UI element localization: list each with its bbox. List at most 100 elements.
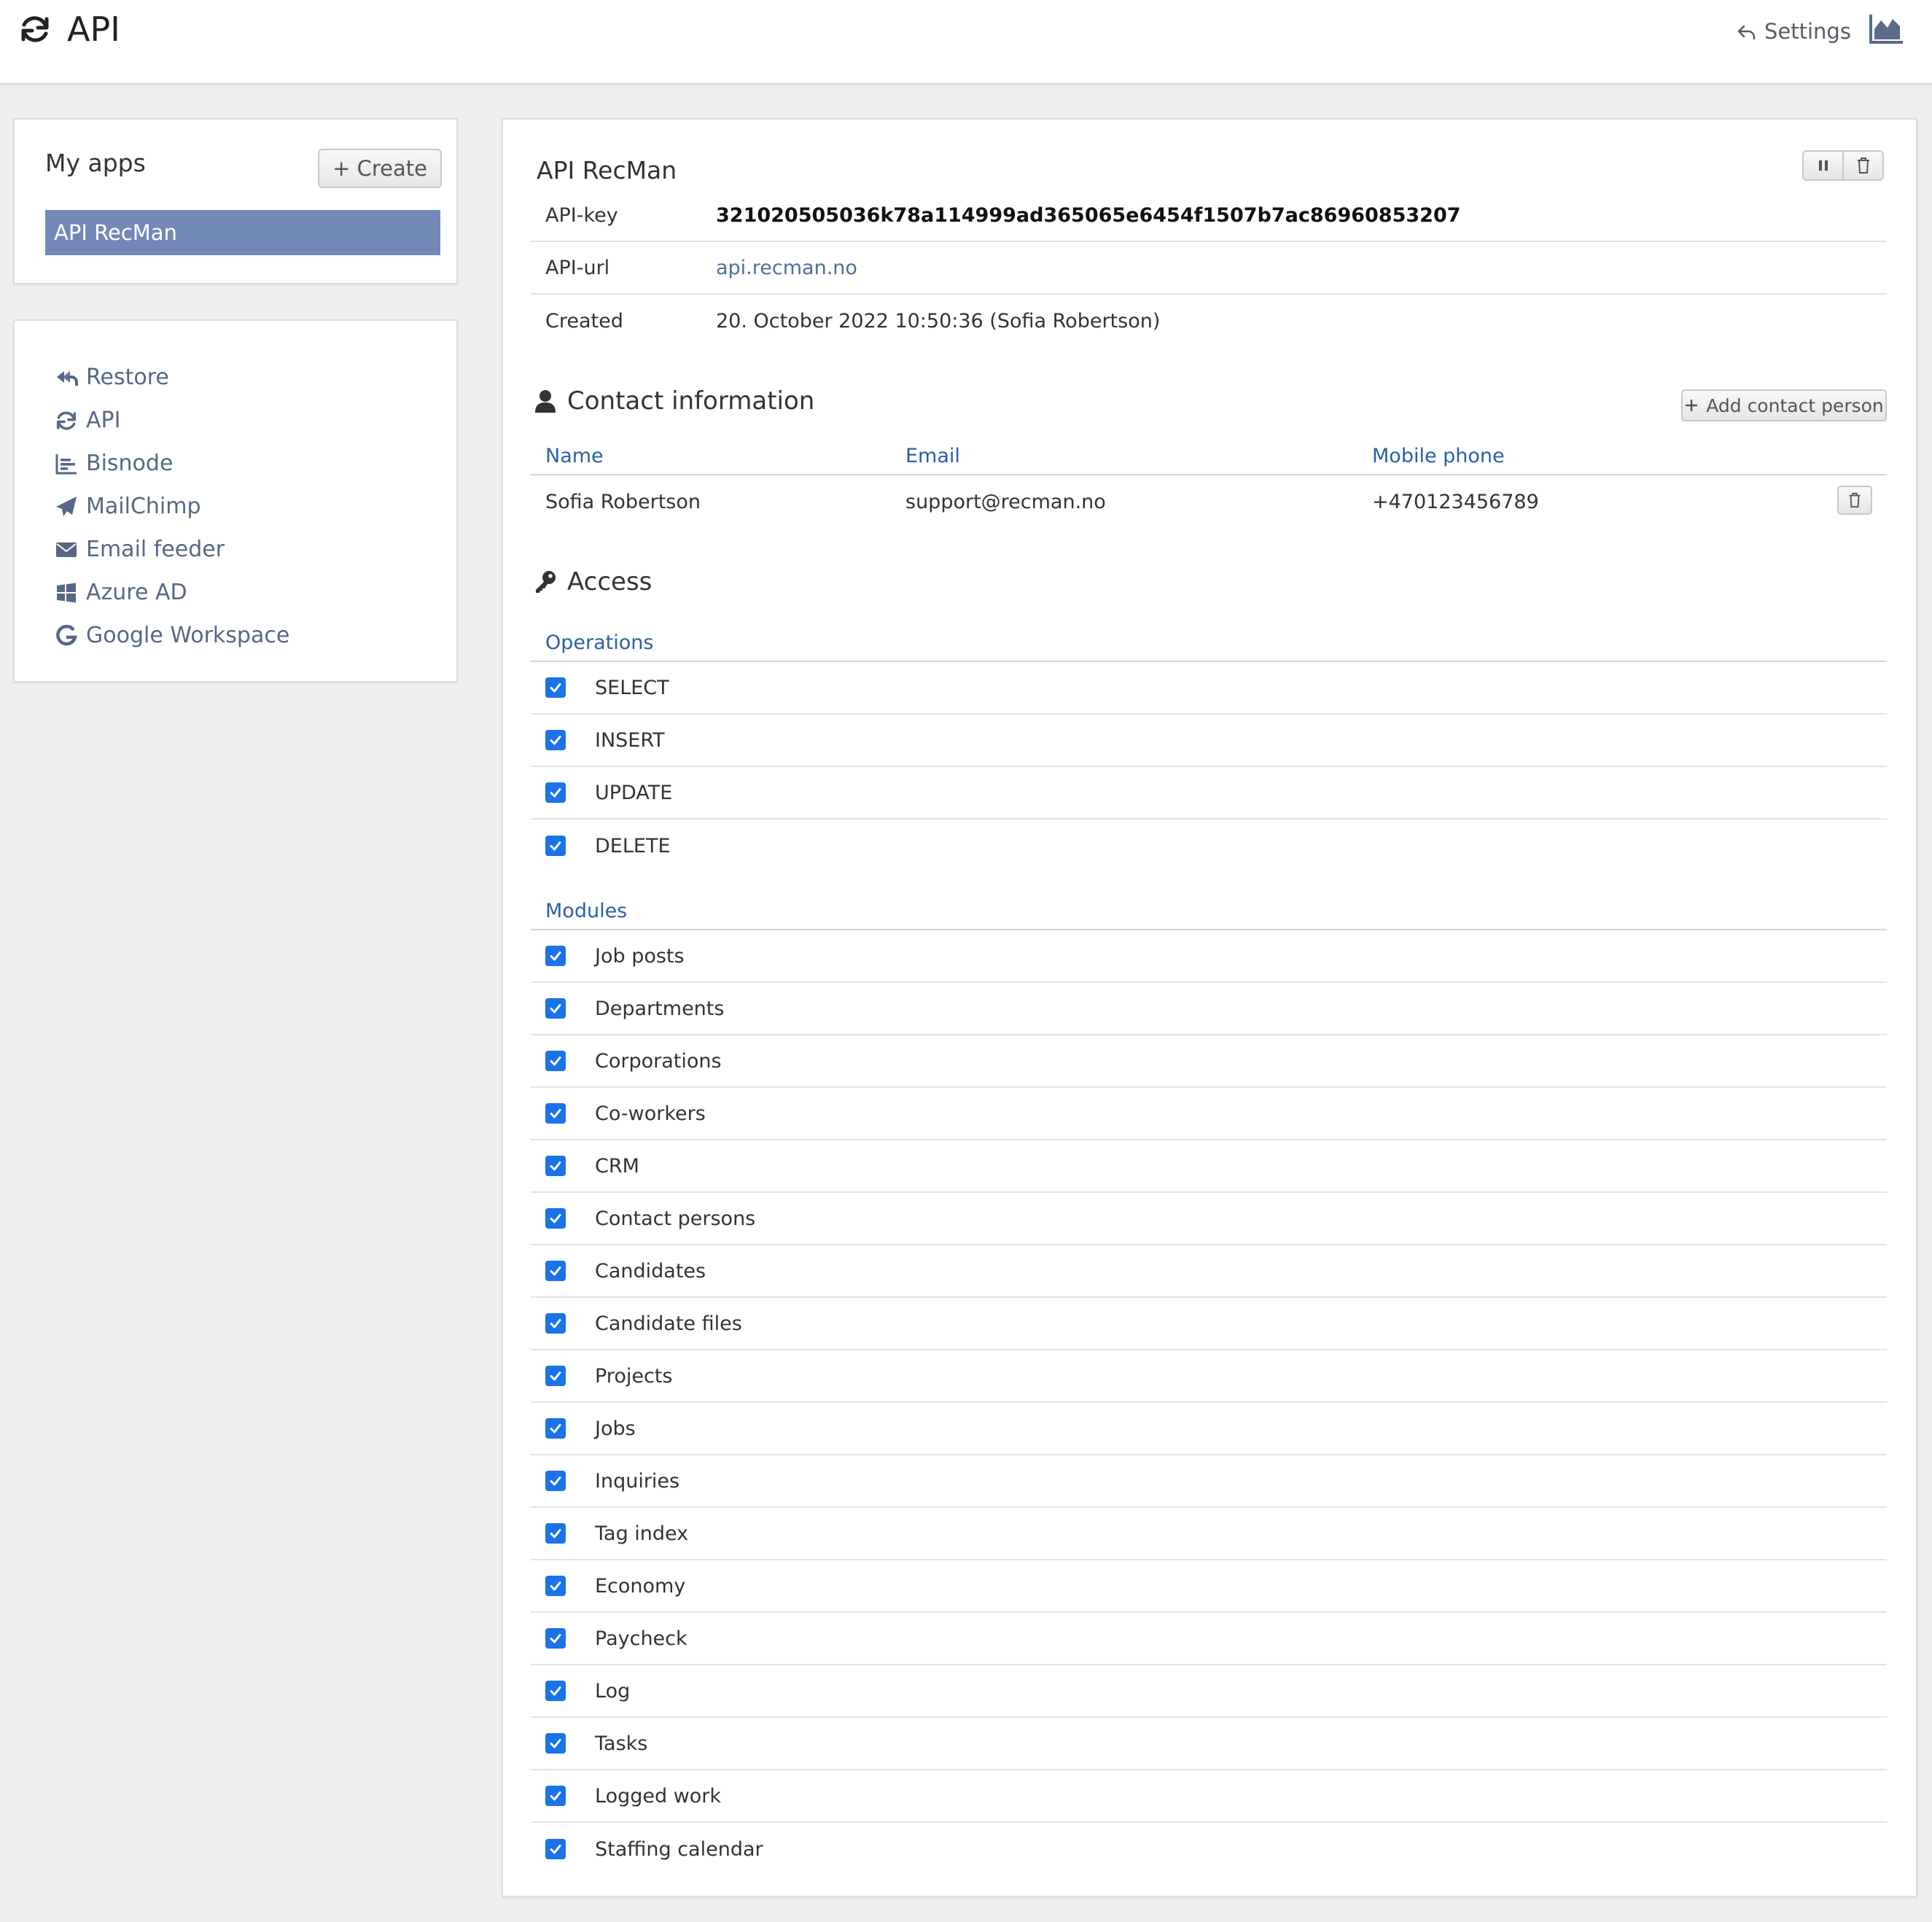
contact-section-title: Contact information <box>567 386 815 416</box>
modules-group: Modules Job posts Departments Corporations… <box>531 892 1887 1875</box>
restore-icon <box>57 370 78 386</box>
module-checkbox[interactable] <box>545 1523 566 1544</box>
sync-icon <box>21 16 49 42</box>
nav-item-restore[interactable]: Restore <box>54 356 289 399</box>
check-icon <box>550 1424 561 1433</box>
module-row: Jobs <box>531 1403 1887 1455</box>
api-url-link[interactable]: api.recman.no <box>716 257 857 279</box>
column-header-phone[interactable]: Mobile phone <box>1372 445 1780 467</box>
settings-label: Settings <box>1764 19 1851 44</box>
operation-row: UPDATE <box>531 767 1887 820</box>
operations-list: SELECT INSERT UPDATE DELETE <box>531 662 1887 872</box>
operation-checkbox[interactable] <box>545 730 566 750</box>
operation-checkbox[interactable] <box>545 677 566 698</box>
module-checkbox[interactable] <box>545 1103 566 1124</box>
check-icon <box>550 1686 561 1696</box>
area-chart-icon[interactable] <box>1868 12 1904 45</box>
info-row-api-url: API-url api.recman.no <box>531 242 1887 295</box>
nav-item-email-feeder[interactable]: Email feeder <box>54 528 289 571</box>
module-row: Log <box>531 1665 1887 1718</box>
created-value: 20. October 2022 10:50:36 (Sofia Roberts… <box>716 309 1161 332</box>
info-key: API-url <box>545 256 610 279</box>
contact-email: support@recman.no <box>905 490 1106 513</box>
module-checkbox[interactable] <box>545 1366 566 1386</box>
delete-contact-button[interactable] <box>1837 486 1872 515</box>
top-bar: API Settings <box>0 0 1932 85</box>
module-label: Log <box>595 1679 631 1703</box>
module-checkbox[interactable] <box>545 1681 566 1701</box>
app-actions <box>1802 150 1884 181</box>
check-icon <box>550 1476 561 1486</box>
contact-section-heading: Contact information <box>534 386 814 416</box>
check-icon <box>550 1214 561 1223</box>
operation-checkbox[interactable] <box>545 836 566 856</box>
app-item-api-recman[interactable]: API RecMan <box>45 210 440 255</box>
module-checkbox[interactable] <box>545 1313 566 1334</box>
nav-item-bisnode[interactable]: Bisnode <box>54 442 289 485</box>
module-checkbox[interactable] <box>545 1628 566 1649</box>
nav-item-mailchimp[interactable]: MailChimp <box>54 485 289 528</box>
module-label: Projects <box>595 1364 673 1388</box>
module-checkbox[interactable] <box>545 1208 566 1229</box>
module-checkbox[interactable] <box>545 1839 566 1859</box>
info-row-api-key: API-key 321020505036k78a114999ad365065e6… <box>531 190 1887 242</box>
module-label: Inquiries <box>595 1469 680 1493</box>
settings-link[interactable]: Settings <box>1735 19 1851 44</box>
modules-label: Modules <box>531 892 1887 930</box>
module-checkbox[interactable] <box>545 946 566 966</box>
operation-row: DELETE <box>531 820 1887 872</box>
check-icon <box>550 1004 561 1013</box>
nav-item-azure-ad[interactable]: Azure AD <box>54 571 289 614</box>
check-icon <box>550 952 561 961</box>
module-checkbox[interactable] <box>545 1576 566 1596</box>
operation-checkbox[interactable] <box>545 782 566 803</box>
contact-phone: +470123456789 <box>1372 490 1539 513</box>
bar-chart-icon <box>55 454 77 474</box>
delete-app-button[interactable] <box>1843 150 1884 181</box>
check-icon <box>550 1109 561 1118</box>
module-row: Co-workers <box>531 1088 1887 1140</box>
column-header-email[interactable]: Email <box>905 445 1372 467</box>
operation-label: DELETE <box>595 834 671 857</box>
operation-label: INSERT <box>595 728 665 752</box>
nav-item-label: Restore <box>86 365 169 390</box>
contact-table-header: Name Email Mobile phone <box>531 437 1887 475</box>
column-header-name[interactable]: Name <box>531 445 905 467</box>
check-icon <box>550 1634 561 1643</box>
pause-button[interactable] <box>1802 150 1843 181</box>
nav-item-google-workspace[interactable]: Google Workspace <box>54 614 289 657</box>
check-icon <box>550 1057 561 1066</box>
access-section-title: Access <box>567 567 653 596</box>
module-checkbox[interactable] <box>545 1786 566 1806</box>
google-icon <box>56 624 77 645</box>
module-checkbox[interactable] <box>545 1156 566 1176</box>
add-contact-label: Add contact person <box>1706 394 1884 416</box>
nav-item-label: Email feeder <box>86 537 225 562</box>
contact-table: Name Email Mobile phone Sofia Robertson … <box>531 437 1887 528</box>
add-contact-person-button[interactable]: Add contact person <box>1681 389 1887 421</box>
windows-icon <box>57 583 76 602</box>
module-checkbox[interactable] <box>545 1471 566 1491</box>
check-icon <box>550 1319 561 1328</box>
module-row: Departments <box>531 983 1887 1035</box>
page-title: API <box>67 9 120 49</box>
nav-item-api[interactable]: API <box>54 399 289 442</box>
check-icon <box>550 1581 561 1591</box>
module-checkbox[interactable] <box>545 1261 566 1281</box>
api-info-table: API-key 321020505036k78a114999ad365065e6… <box>531 190 1887 347</box>
create-app-button[interactable]: + Create <box>318 149 442 188</box>
access-section-heading: Access <box>534 567 652 596</box>
module-checkbox[interactable] <box>545 1733 566 1754</box>
nav-item-label: Azure AD <box>86 580 187 605</box>
check-icon <box>550 683 561 693</box>
module-label: Corporations <box>595 1049 722 1073</box>
check-icon <box>550 841 561 851</box>
trash-icon <box>1857 157 1869 174</box>
api-key-value: 321020505036k78a114999ad365065e6454f1507… <box>716 203 1461 227</box>
operation-row: SELECT <box>531 662 1887 715</box>
module-checkbox[interactable] <box>545 1418 566 1439</box>
check-icon <box>550 736 561 745</box>
modules-list: Job posts Departments Corporations Co-worke… <box>531 930 1887 1875</box>
module-checkbox[interactable] <box>545 1051 566 1071</box>
module-checkbox[interactable] <box>545 998 566 1019</box>
